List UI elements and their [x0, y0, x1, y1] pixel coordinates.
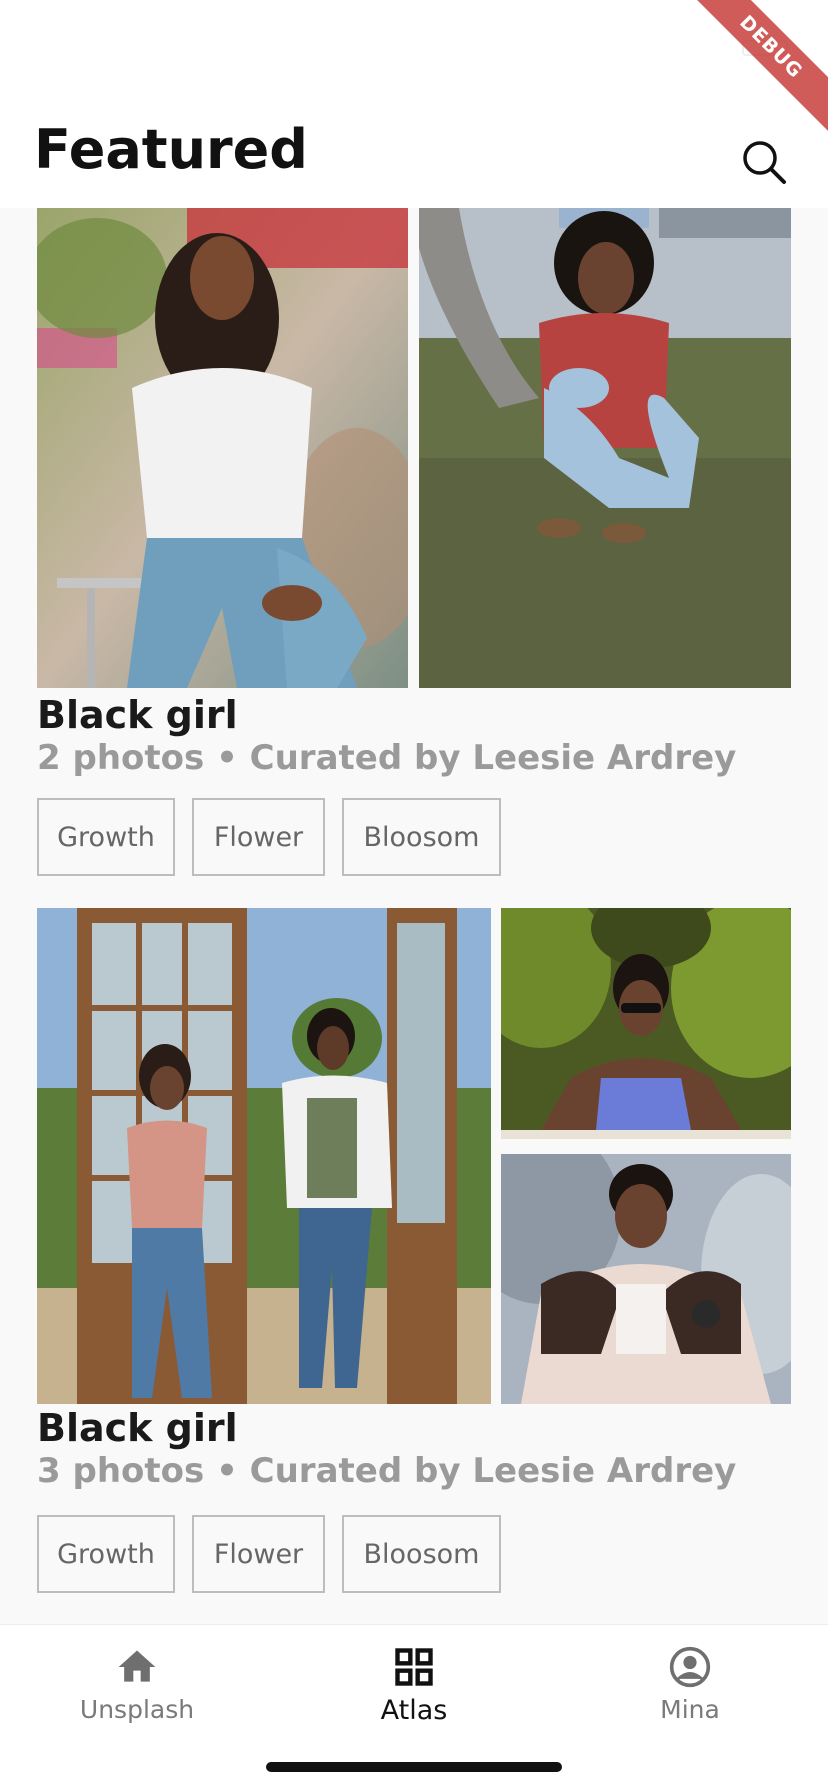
collection-title: Black girl — [37, 1406, 238, 1450]
collection-subtitle: 3 photos • Curated by Leesie Ardrey — [37, 1451, 737, 1491]
home-icon — [118, 1650, 156, 1682]
tag-chip[interactable]: Bloosom — [342, 1515, 501, 1593]
nav-label: Atlas — [380, 1695, 448, 1726]
app-header: DEBUG Featured — [0, 0, 828, 208]
collection-photo[interactable] — [419, 208, 791, 688]
account-icon — [669, 1646, 711, 1688]
home-indicator — [266, 1762, 562, 1772]
search-icon — [743, 141, 786, 184]
page-title: Featured — [34, 118, 308, 181]
tag-chip[interactable]: Growth — [37, 1515, 175, 1593]
tag-chip[interactable]: Bloosom — [342, 798, 501, 876]
tag-chip[interactable]: Growth — [37, 798, 175, 876]
nav-item-unsplash[interactable]: Unsplash — [37, 1645, 237, 1745]
nav-item-atlas[interactable]: Atlas — [314, 1645, 514, 1745]
collection-photo[interactable] — [501, 1154, 791, 1404]
nav-label: Unsplash — [79, 1695, 195, 1724]
collection-card-1[interactable]: Black girl 2 photos • Curated by Leesie … — [0, 208, 828, 878]
collection-photo[interactable] — [37, 908, 491, 1404]
app-screen: DEBUG Featured Black girl 2 photos • Cur… — [0, 0, 828, 1792]
collection-photo[interactable] — [501, 908, 791, 1139]
collection-subtitle: 2 photos • Curated by Leesie Ardrey — [37, 738, 737, 778]
tag-chip[interactable]: Flower — [192, 798, 325, 876]
tag-chip[interactable]: Flower — [192, 1515, 325, 1593]
nav-item-mina[interactable]: Mina — [590, 1645, 790, 1745]
collection-card-2[interactable]: Black girl 3 photos • Curated by Leesie … — [0, 908, 828, 1598]
debug-banner: DEBUG — [676, 0, 828, 142]
nav-label: Mina — [660, 1695, 720, 1724]
collection-title: Black girl — [37, 693, 238, 737]
search-button[interactable] — [738, 136, 790, 188]
grid-icon — [395, 1648, 433, 1686]
collection-photo[interactable] — [37, 208, 408, 688]
